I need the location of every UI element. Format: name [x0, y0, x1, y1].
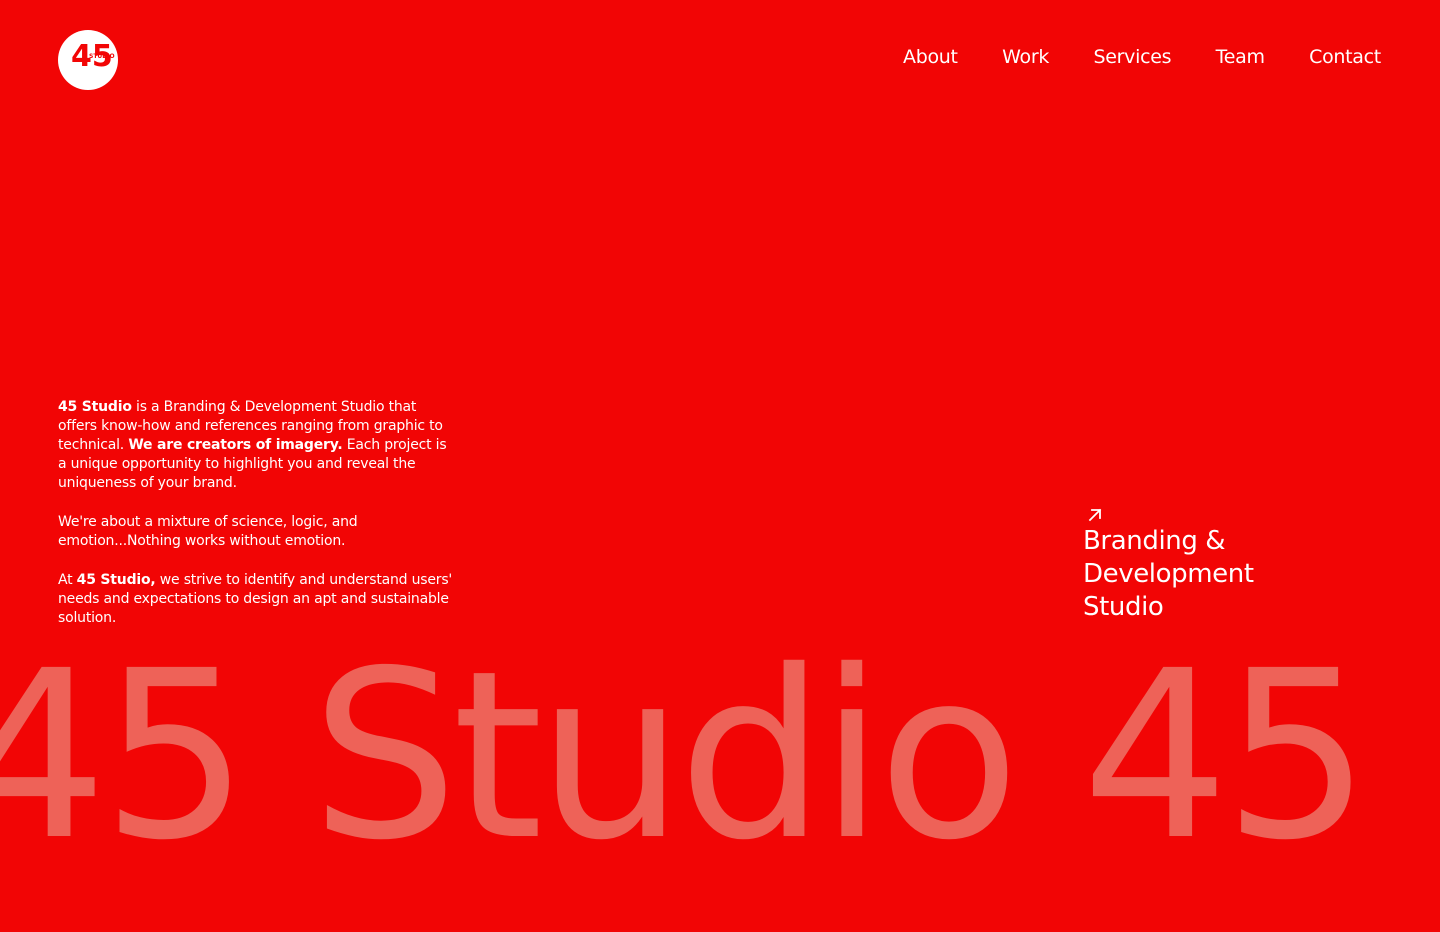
- logo-mark-icon: 45 STUDIO: [58, 30, 118, 90]
- intro-paragraph-1: 45 Studio is a Branding & Development St…: [58, 398, 458, 493]
- arrow-up-right-icon: [1088, 508, 1102, 522]
- logo-wordmark: STUDIO: [89, 53, 115, 60]
- creators-bold: We are creators of imagery.: [128, 437, 343, 453]
- intro-paragraph-2: We're about a mixture of science, logic,…: [58, 513, 458, 551]
- main-nav: About Work Services Team Contact: [903, 44, 1381, 70]
- studio-logo[interactable]: 45 STUDIO: [58, 30, 118, 90]
- nav-services[interactable]: Services: [1093, 44, 1171, 70]
- intro-paragraph-3: At 45 Studio, we strive to identify and …: [58, 571, 458, 628]
- tagline-text: Branding & Development Studio: [1083, 526, 1254, 622]
- nav-contact[interactable]: Contact: [1309, 44, 1381, 70]
- nav-team[interactable]: Team: [1216, 44, 1265, 70]
- nav-work[interactable]: Work: [1002, 44, 1049, 70]
- studio-name-bold-2: 45 Studio,: [76, 572, 156, 588]
- intro-p2-text: We're about a mixture of science, logic,…: [58, 514, 358, 549]
- watermark-title: 45 Studio 45: [0, 640, 1371, 872]
- intro-text-block: 45 Studio is a Branding & Development St…: [58, 398, 458, 648]
- intro-p3-text-1: At: [58, 572, 77, 588]
- tagline: Branding & Development Studio: [1083, 507, 1343, 624]
- nav-about[interactable]: About: [903, 44, 958, 70]
- studio-name-bold: 45 Studio: [58, 399, 132, 415]
